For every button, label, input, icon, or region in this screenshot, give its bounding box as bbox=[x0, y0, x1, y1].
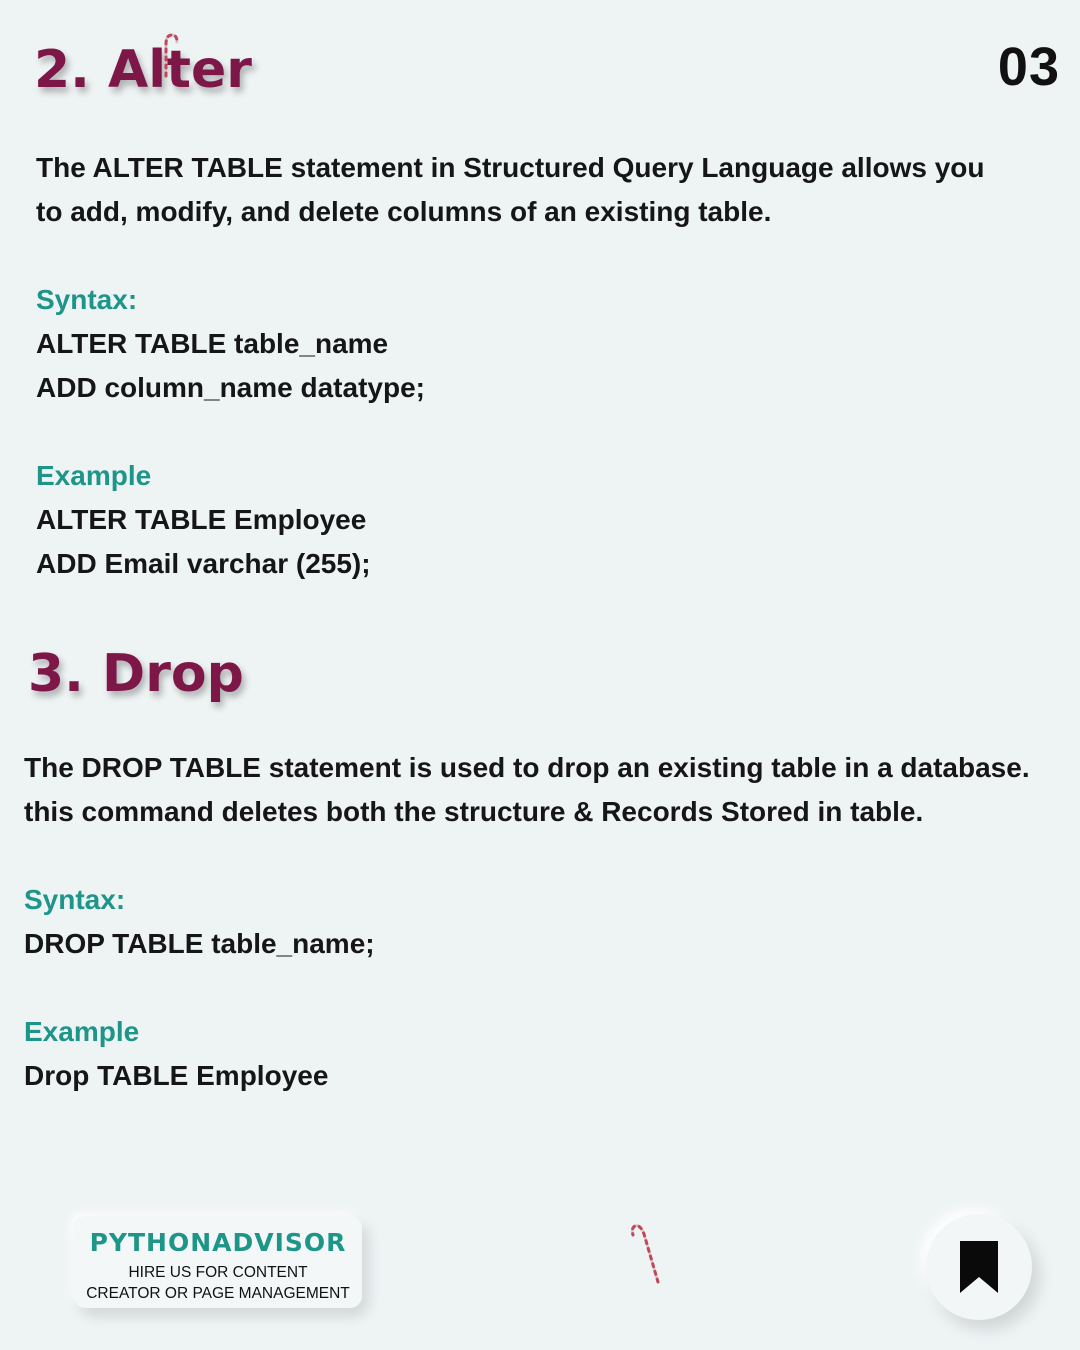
section-heading-drop: 3. Drop bbox=[28, 644, 244, 704]
alter-description: The ALTER TABLE statement in Structured … bbox=[36, 152, 985, 227]
drop-example-label: Example bbox=[24, 1016, 140, 1047]
alter-example-label: Example bbox=[36, 460, 152, 491]
alter-example-line: ADD Email varchar (255); bbox=[36, 548, 371, 579]
drop-description: The DROP TABLE statement is used to drop… bbox=[24, 752, 1030, 827]
bookmark-icon bbox=[960, 1241, 998, 1293]
section-heading-alter: 2. Alter bbox=[34, 40, 252, 100]
alter-example-line: ALTER TABLE Employee bbox=[36, 504, 367, 535]
brand-tagline-line2: CREATOR OR PAGE MANAGEMENT bbox=[86, 1285, 350, 1302]
brand-card[interactable]: PYTHONADVISOR HIRE US FOR CONTENT CREATO… bbox=[74, 1216, 362, 1308]
drop-example-line: Drop TABLE Employee bbox=[24, 1060, 329, 1091]
brand-name: PYTHONADVISOR bbox=[89, 1228, 347, 1257]
brand-tagline-line1: HIRE US FOR CONTENT bbox=[128, 1264, 308, 1281]
drop-syntax-line: DROP TABLE table_name; bbox=[24, 928, 375, 959]
drop-syntax-label: Syntax: bbox=[24, 884, 126, 915]
alter-syntax-label: Syntax: bbox=[36, 284, 138, 315]
alter-syntax-line: ALTER TABLE table_name bbox=[36, 328, 389, 359]
bookmark-button[interactable] bbox=[926, 1214, 1032, 1320]
alter-syntax-line: ADD column_name datatype; bbox=[36, 372, 425, 403]
page-number: 03 bbox=[997, 37, 1060, 97]
candy-cane-icon bbox=[630, 1224, 660, 1284]
candy-cane-icon bbox=[164, 33, 179, 78]
